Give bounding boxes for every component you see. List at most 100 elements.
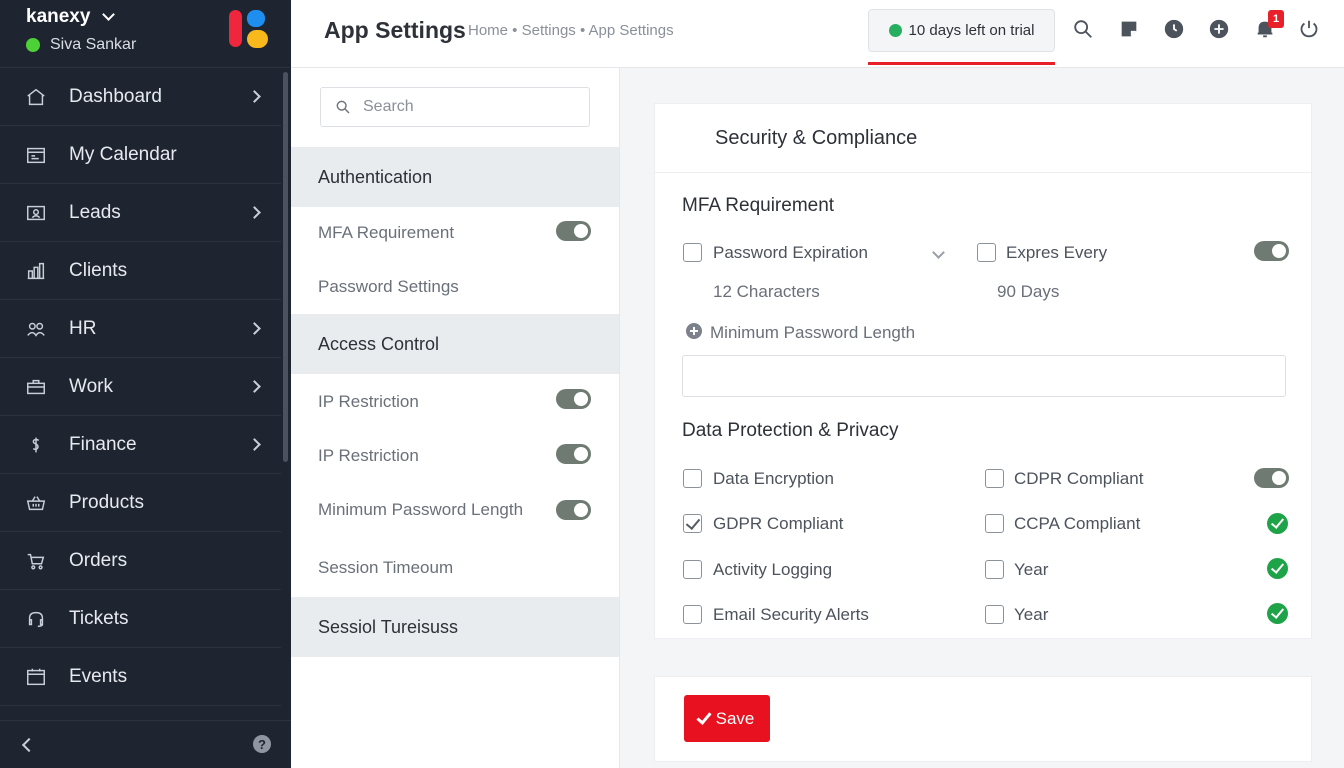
- min-password-length-label: Minimum Password Length: [710, 323, 916, 342]
- trial-text: 10 days left on trial: [908, 22, 1035, 39]
- data-encryption-label: Data Encryption: [713, 469, 834, 488]
- subnav-item-session-timeout[interactable]: Session Timeoum: [318, 558, 453, 578]
- sidebar-item-tickets[interactable]: Tickets: [0, 590, 281, 648]
- subnav-item-ip-restriction[interactable]: IP Restriction: [318, 392, 419, 412]
- mfa-requirement-toggle[interactable]: [556, 221, 591, 241]
- gdpr-compliant-checkbox[interactable]: [683, 514, 702, 533]
- subnav-item-password-settings[interactable]: Password Settings: [318, 277, 459, 297]
- privacy-section-heading: Data Protection & Privacy: [682, 420, 899, 441]
- sidebar-item-label: Orders: [69, 549, 128, 571]
- sidebar-item-label: Clients: [69, 259, 128, 281]
- section-session[interactable]: Sessiol Tureisuss: [291, 597, 619, 657]
- chevron-right-icon: [248, 90, 261, 103]
- sidebar-item-my-calendar[interactable]: My Calendar: [0, 126, 281, 184]
- sidebar-item-clients[interactable]: Clients: [0, 242, 281, 300]
- chevron-right-icon: [248, 438, 261, 451]
- ip-restriction-toggle[interactable]: [556, 389, 591, 409]
- online-status-icon: [26, 38, 40, 52]
- user-name: Siva Sankar: [50, 36, 137, 53]
- collapse-sidebar-icon[interactable]: [21, 737, 37, 753]
- ccpa-compliant-checkbox[interactable]: [985, 514, 1004, 533]
- expires-every-toggle[interactable]: [1254, 241, 1289, 261]
- year-label: Year: [1014, 560, 1049, 579]
- year-2-checkbox[interactable]: [985, 605, 1004, 624]
- dollar-icon: [24, 433, 48, 457]
- min-password-length-input[interactable]: [682, 355, 1286, 397]
- actions-card: Save: [654, 676, 1312, 762]
- ip-restriction-2-toggle[interactable]: [556, 444, 591, 464]
- sidebar-item-label: Dashboard: [69, 85, 162, 107]
- chevron-down-icon[interactable]: [932, 246, 945, 259]
- help-icon[interactable]: ?: [253, 735, 271, 753]
- brand-name: kanexy: [26, 6, 91, 27]
- data-encryption-checkbox[interactable]: [683, 469, 702, 488]
- subnav-item-mfa-requirement[interactable]: MFA Requirement: [318, 223, 454, 243]
- trial-status-button[interactable]: 10 days left on trial: [868, 9, 1055, 52]
- email-security-alerts-checkbox[interactable]: [683, 605, 702, 624]
- cdpr-compliant-checkbox[interactable]: [985, 469, 1004, 488]
- ccpa-compliant-label: CCPA Compliant: [1014, 514, 1141, 533]
- cdpr-compliant-toggle[interactable]: [1254, 468, 1289, 488]
- search-placeholder: Search: [363, 98, 414, 115]
- year-checkbox[interactable]: [985, 560, 1004, 579]
- gdpr-compliant-label: GDPR Compliant: [713, 514, 844, 533]
- sidebar-item-orders[interactable]: Orders: [0, 532, 281, 590]
- trial-underline: [868, 62, 1055, 65]
- password-length-value: 12 Characters: [713, 282, 820, 301]
- sidebar-item-label: My Calendar: [69, 143, 177, 165]
- checkmark-icon: [696, 708, 712, 725]
- subnav-item-minimum-password-length[interactable]: Minimum Password Length: [318, 500, 523, 520]
- building-icon: [24, 259, 48, 283]
- subnav-item-ip-restriction-2[interactable]: IP Restriction: [318, 446, 419, 466]
- activity-logging-checkbox[interactable]: [683, 560, 702, 579]
- sidebar-footer: ?: [0, 720, 291, 768]
- minimum-password-length-toggle[interactable]: [556, 500, 591, 520]
- headset-icon: [24, 607, 48, 631]
- chevron-right-icon: [248, 380, 261, 393]
- status-dot-icon: [888, 24, 902, 37]
- section-authentication[interactable]: Authentication: [291, 147, 619, 207]
- sidebar-item-dashboard[interactable]: Dashboard: [0, 68, 281, 126]
- search-icon[interactable]: [1072, 18, 1096, 42]
- power-icon[interactable]: [1298, 18, 1322, 42]
- id-card-icon: [24, 201, 48, 225]
- sidebar-item-finance[interactable]: Finance: [0, 416, 281, 474]
- settings-subnav: Search Authentication MFA Requirement Pa…: [291, 68, 620, 768]
- sidebar-header: kanexy Siva Sankar: [0, 0, 291, 68]
- email-security-alerts-label: Email Security Alerts: [713, 605, 869, 624]
- sidebar-item-products[interactable]: Products: [0, 474, 281, 532]
- security-compliance-card: Security & Compliance MFA Requirement Pa…: [654, 103, 1312, 639]
- sidebar-item-label: Work: [69, 375, 113, 397]
- logo-icon: [229, 10, 269, 48]
- sidebar-item-leads[interactable]: Leads: [0, 184, 281, 242]
- basket-icon: [24, 491, 48, 515]
- card-title: Security & Compliance: [655, 104, 1311, 173]
- calendar-icon: [24, 143, 48, 167]
- section-label: Authentication: [318, 166, 433, 187]
- sidebar-item-work[interactable]: Work: [0, 358, 281, 416]
- clock-icon[interactable]: [1163, 18, 1187, 42]
- chevron-right-icon: [248, 206, 261, 219]
- breadcrumb: Home • Settings • App Settings: [468, 22, 674, 39]
- expiration-days-value: 90 Days: [997, 282, 1060, 301]
- topbar: App Settings Home • Settings • App Setti…: [291, 0, 1344, 68]
- section-label: Sessiol Tureisuss: [318, 616, 459, 637]
- cart-icon: [24, 549, 48, 573]
- expires-every-checkbox[interactable]: [977, 243, 996, 262]
- search-input[interactable]: Search: [320, 87, 590, 127]
- section-access-control[interactable]: Access Control: [291, 314, 619, 374]
- sidebar-item-hr[interactable]: HR: [0, 300, 281, 358]
- add-circle-icon[interactable]: [1208, 18, 1232, 42]
- check-circle-icon: [1267, 603, 1288, 624]
- event-icon: [24, 665, 48, 689]
- home-icon: [24, 85, 48, 109]
- sticky-note-icon[interactable]: [1118, 18, 1142, 42]
- chevron-down-icon: [102, 8, 116, 21]
- add-circle-icon[interactable]: [686, 323, 702, 339]
- sidebar-item-label: Products: [69, 491, 144, 513]
- sidebar-scrollbar[interactable]: [283, 72, 288, 462]
- password-expiration-checkbox[interactable]: [683, 243, 702, 262]
- save-button[interactable]: Save: [684, 695, 770, 742]
- sidebar-item-events[interactable]: Events: [0, 648, 281, 706]
- users-icon: [24, 317, 48, 341]
